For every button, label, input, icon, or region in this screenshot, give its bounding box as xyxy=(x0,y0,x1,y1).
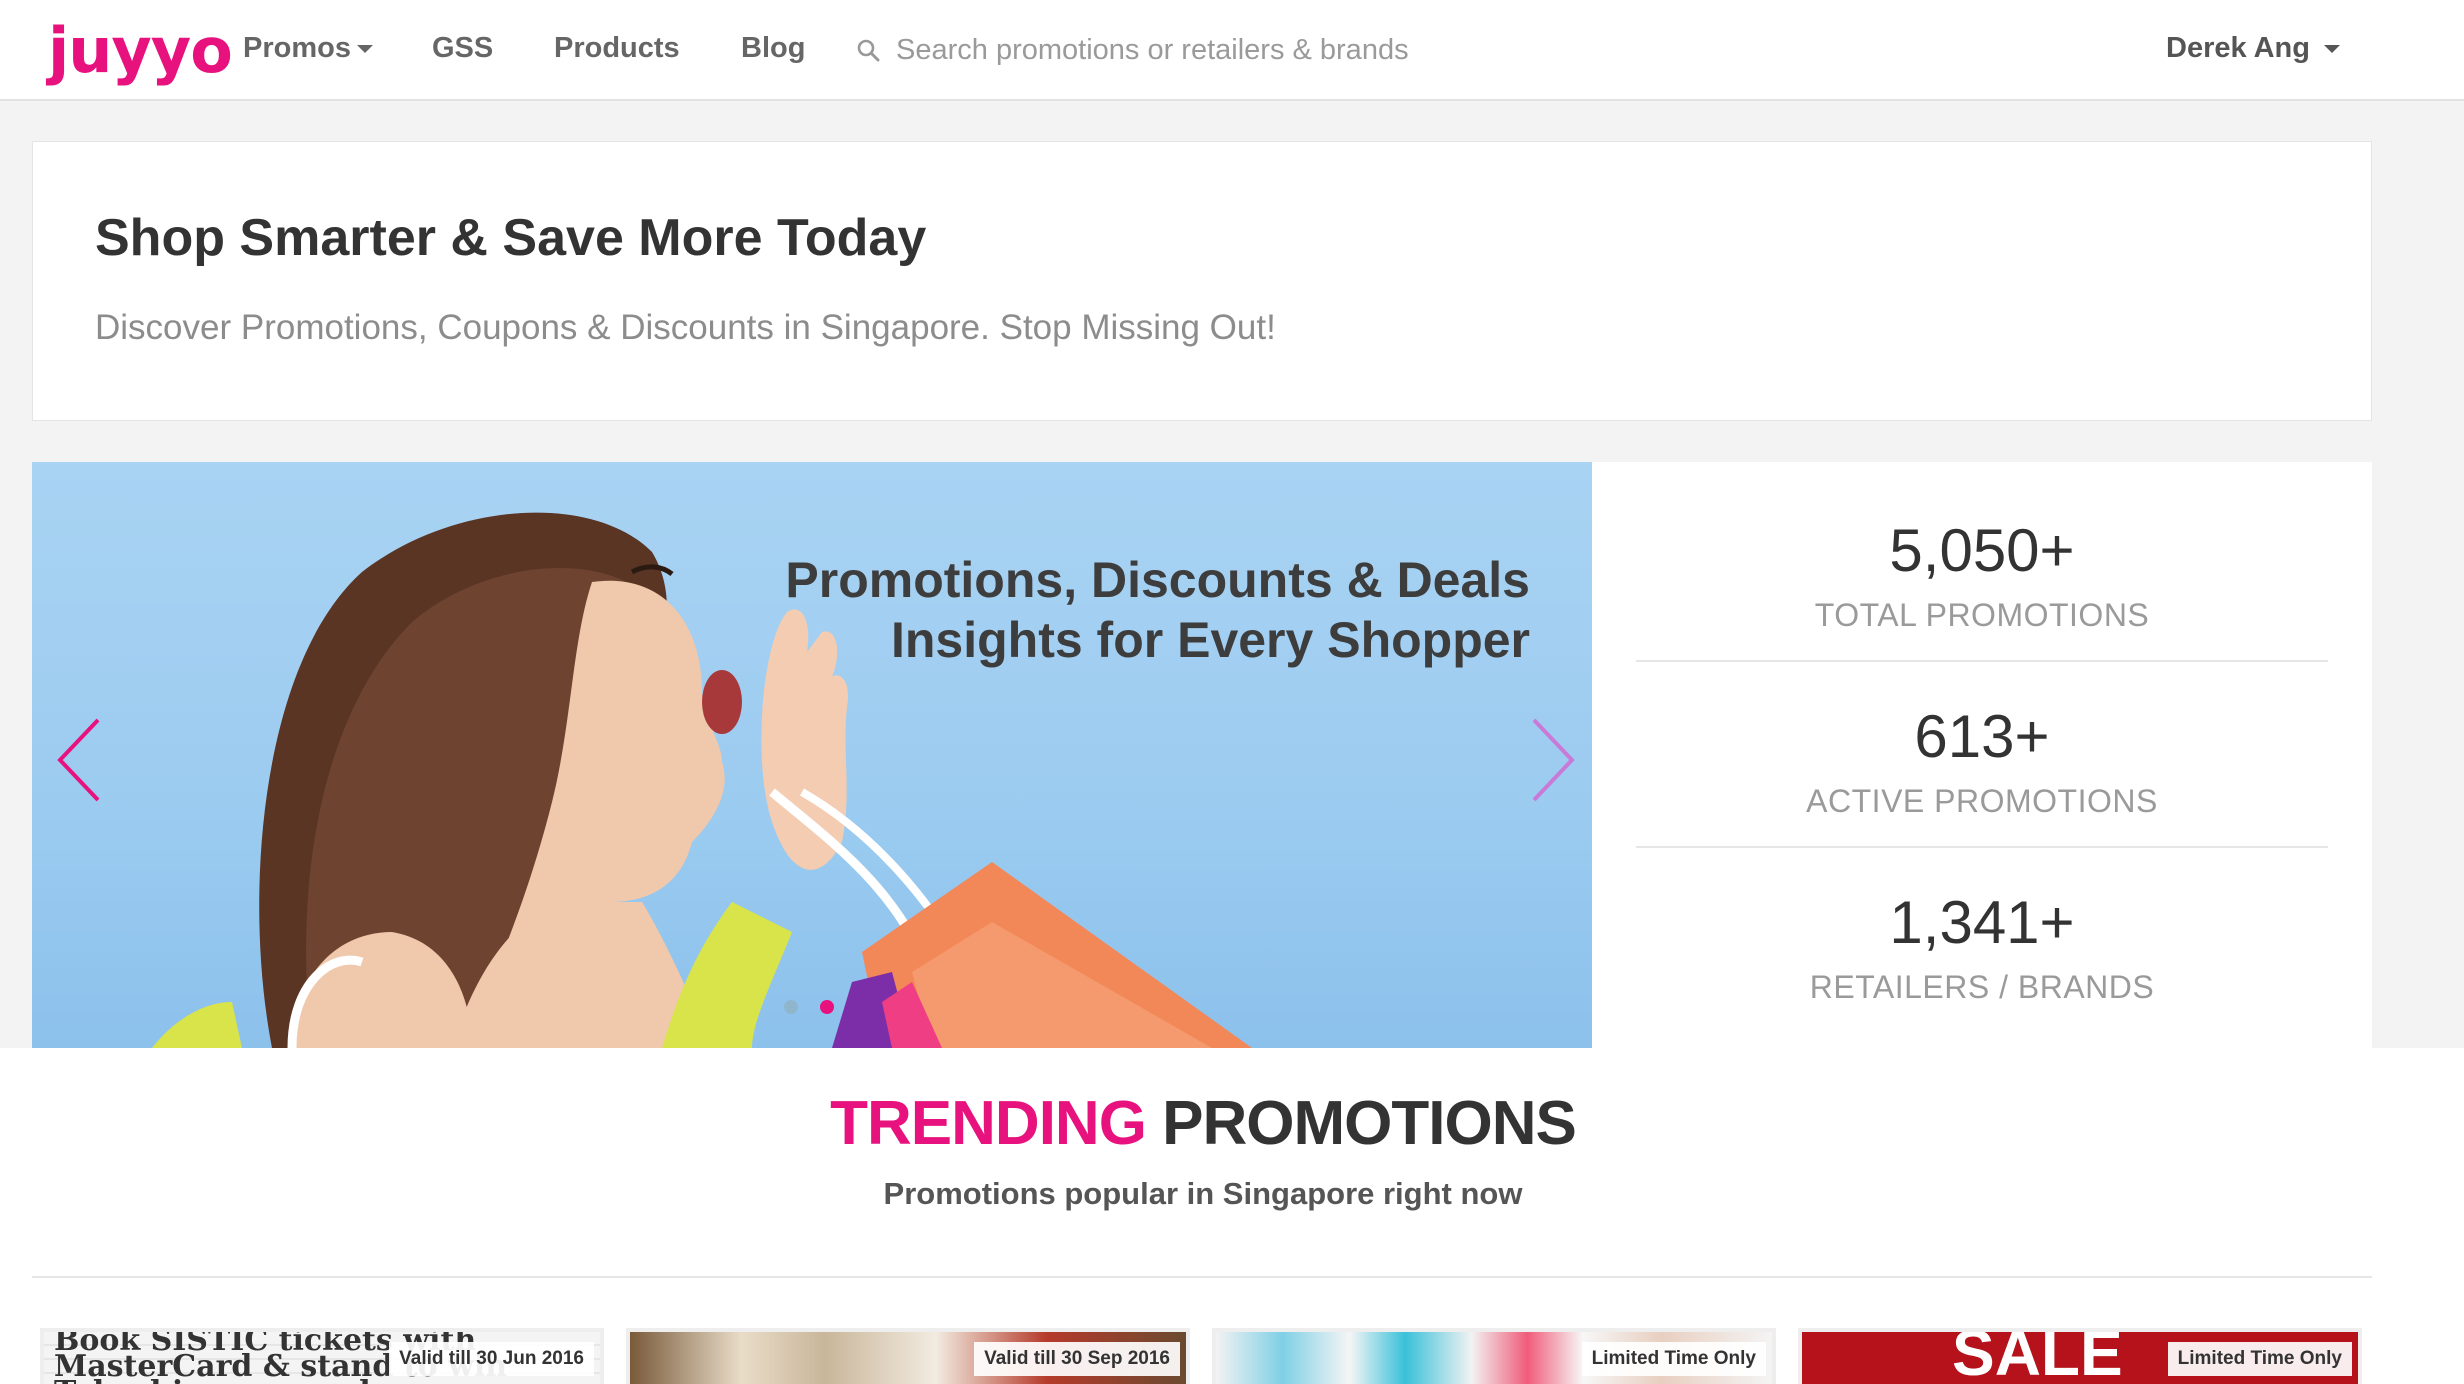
caret-down-icon xyxy=(2323,45,2340,54)
section-divider xyxy=(32,1276,2372,1278)
trending-subtitle: Promotions popular in Singapore right no… xyxy=(883,1176,1523,1211)
carousel-next-arrow-icon[interactable] xyxy=(1520,710,1580,810)
stat-value: 1,341+ xyxy=(1889,889,2075,956)
user-menu-dropdown[interactable]: Derek Ang xyxy=(2166,32,2340,65)
carousel-caption-line1: Promotions, Discounts & Deals xyxy=(785,552,1530,608)
search-icon[interactable] xyxy=(856,38,880,62)
promo-carousel[interactable]: Promotions, Discounts & Deals Insights f… xyxy=(32,462,1592,1048)
promo-card-2[interactable]: Valid till 30 Sep 2016 xyxy=(626,1328,1190,1384)
stat-active-promotions: 613+ ACTIVE PROMOTIONS xyxy=(1636,702,2328,820)
caret-down-icon xyxy=(356,45,373,54)
trending-title-rest: PROMOTIONS xyxy=(1162,1089,1577,1158)
carousel-caption: Promotions, Discounts & Deals Insights f… xyxy=(785,550,1530,670)
stat-divider xyxy=(1636,660,2328,662)
stats-panel: 5,050+ TOTAL PROMOTIONS 613+ ACTIVE PROM… xyxy=(1592,462,2372,1048)
carousel-indicators xyxy=(784,1000,856,1019)
carousel-caption-line2: Insights for Every Shopper xyxy=(890,612,1530,668)
promo-validity-badge: Limited Time Only xyxy=(2167,1342,2352,1376)
trending-section: TRENDING PROMOTIONS Promotions popular i… xyxy=(0,1048,2464,1384)
user-name: Derek Ang xyxy=(2166,32,2310,64)
nav-gss[interactable]: GSS xyxy=(432,32,493,65)
promo-card-3[interactable]: Limited Time Only xyxy=(1212,1328,1776,1384)
promo-validity-badge: Valid till 30 Sep 2016 xyxy=(974,1342,1180,1376)
search-bar xyxy=(852,28,1416,72)
promo-card-4[interactable]: SALE Limited Time Only xyxy=(1798,1328,2362,1384)
stat-total-promotions: 5,050+ TOTAL PROMOTIONS xyxy=(1636,516,2328,634)
stat-label: TOTAL PROMOTIONS xyxy=(1814,597,2150,633)
stat-divider xyxy=(1636,846,2328,848)
hero-title: Shop Smarter & Save More Today xyxy=(95,209,927,267)
promo-validity-badge: Valid till 30 Jun 2016 xyxy=(389,1342,594,1376)
promo-card-image-text: SALE xyxy=(1952,1328,2123,1384)
top-navbar: juyyo Promos GSS Products Blog Derek Ang xyxy=(0,0,2464,101)
nav-products[interactable]: Products xyxy=(554,32,680,65)
nav-blog[interactable]: Blog xyxy=(741,32,805,65)
stat-label: ACTIVE PROMOTIONS xyxy=(1806,783,2158,819)
promo-card-1[interactable]: Book SISTIC tickets with MasterCard & st… xyxy=(40,1328,604,1384)
carousel-prev-arrow-icon[interactable] xyxy=(52,710,112,810)
carousel-dot-1[interactable] xyxy=(784,1000,798,1014)
stat-value: 613+ xyxy=(1914,703,2050,770)
stat-retailers-brands: 1,341+ RETAILERS / BRANDS xyxy=(1636,888,2328,1006)
search-input[interactable] xyxy=(896,28,1416,72)
stat-label: RETAILERS / BRANDS xyxy=(1809,969,2155,1005)
nav-promos-dropdown[interactable]: Promos xyxy=(243,32,373,65)
stat-value: 5,050+ xyxy=(1889,517,2075,584)
promo-validity-badge: Limited Time Only xyxy=(1581,1342,1766,1376)
trending-title: TRENDING PROMOTIONS xyxy=(0,1088,2406,1159)
juyyo-logo[interactable]: juyyo xyxy=(48,14,233,87)
hero-subtitle: Discover Promotions, Coupons & Discounts… xyxy=(95,308,1276,347)
carousel-dot-2-active[interactable] xyxy=(820,1000,834,1014)
trending-title-highlight: TRENDING xyxy=(830,1089,1147,1158)
nav-promos-label: Promos xyxy=(243,32,351,64)
hero-card: Shop Smarter & Save More Today Discover … xyxy=(32,141,2372,421)
